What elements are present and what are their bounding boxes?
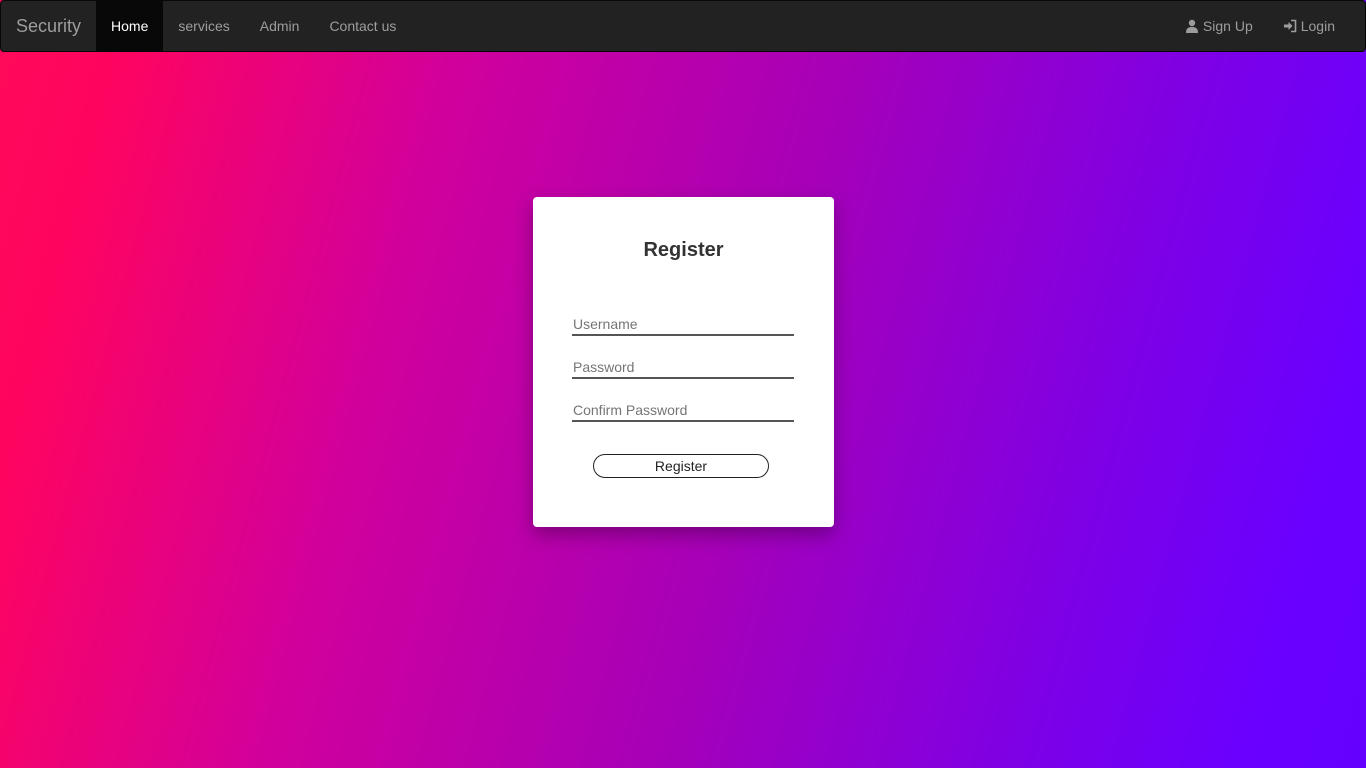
sign-up-label: Sign Up [1202, 18, 1253, 34]
register-button[interactable]: Register [593, 454, 769, 478]
sign-up-link[interactable]: Sign Up [1170, 1, 1268, 51]
brand-link[interactable]: Security [1, 1, 96, 51]
nav-right-menu: Sign Up Login [1170, 1, 1350, 51]
nav-item-home[interactable]: Home [96, 1, 164, 51]
login-icon [1283, 19, 1297, 33]
confirm-password-input[interactable] [572, 400, 794, 422]
login-link[interactable]: Login [1268, 1, 1350, 51]
user-icon [1185, 19, 1199, 33]
nav-left-menu: Home services Admin Contact us [96, 1, 411, 51]
top-navbar: Security Home services Admin Contact us … [0, 0, 1366, 52]
login-label: Login [1300, 18, 1335, 34]
nav-item-services[interactable]: services [163, 1, 244, 51]
password-input[interactable] [572, 357, 794, 379]
username-input[interactable] [572, 314, 794, 336]
register-card: Register Register [533, 197, 834, 527]
nav-item-admin[interactable]: Admin [245, 1, 315, 51]
register-heading: Register [643, 239, 724, 261]
nav-item-contact-us[interactable]: Contact us [314, 1, 411, 51]
